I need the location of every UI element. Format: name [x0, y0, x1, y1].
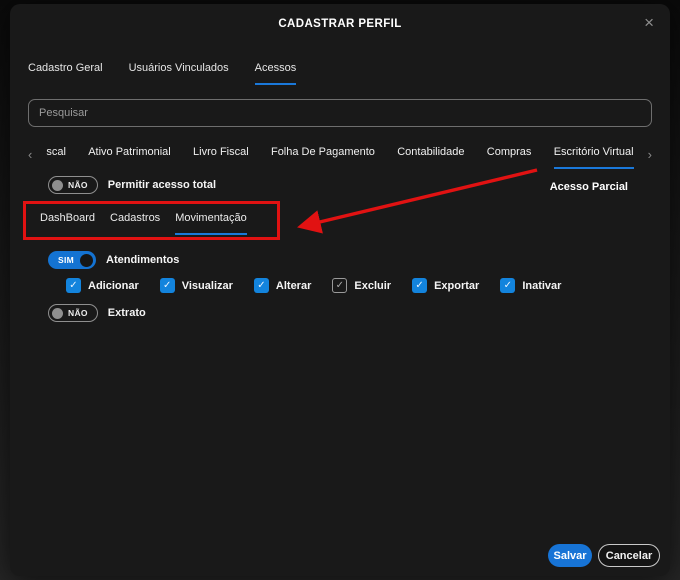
atendimentos-toggle[interactable]: SIM [48, 251, 96, 269]
module-tab-fiscal[interactable]: scal [46, 146, 66, 169]
sub-tab-bar: DashBoard Cadastros Movimentação [40, 212, 247, 235]
check-icon[interactable]: ✓ [500, 278, 515, 293]
check-icon[interactable]: ✓ [160, 278, 175, 293]
toggle-knob [80, 254, 93, 267]
atendimentos-row: SIM Atendimentos [48, 251, 179, 269]
permitir-acesso-total-toggle[interactable]: NÃO [48, 176, 98, 194]
checkbox-label: Visualizar [182, 280, 233, 292]
toggle-knob [52, 180, 63, 191]
checkbox-label: Excluir [354, 280, 391, 292]
save-button[interactable]: Salvar [548, 544, 592, 567]
acesso-parcial-label: Acesso Parcial [550, 181, 628, 193]
toggle-state-label: NÃO [68, 180, 88, 190]
tab-usuarios-vinculados[interactable]: Usuários Vinculados [129, 62, 229, 85]
permissions-checkbox-row: ✓ Adicionar ✓ Visualizar ✓ Alterar ✓ Exc… [66, 278, 561, 293]
checkbox-label: Exportar [434, 280, 479, 292]
toggle-knob [52, 308, 63, 319]
extrato-toggle[interactable]: NÃO [48, 304, 98, 322]
checkbox-inativar[interactable]: ✓ Inativar [500, 278, 561, 293]
permitir-acesso-total-row: NÃO Permitir acesso total [48, 176, 216, 194]
check-icon[interactable]: ✓ [66, 278, 81, 293]
module-tab-ativo-patrimonial[interactable]: Ativo Patrimonial [88, 146, 171, 169]
toggle-state-label: NÃO [68, 308, 88, 318]
chevron-right-icon[interactable]: › [648, 146, 652, 162]
module-tab-livro-fiscal[interactable]: Livro Fiscal [193, 146, 249, 169]
check-icon[interactable]: ✓ [332, 278, 347, 293]
subtab-cadastros[interactable]: Cadastros [110, 212, 160, 235]
checkbox-visualizar[interactable]: ✓ Visualizar [160, 278, 233, 293]
checkbox-excluir[interactable]: ✓ Excluir [332, 278, 391, 293]
module-tab-folha-de-pagamento[interactable]: Folha De Pagamento [271, 146, 375, 169]
search-input[interactable] [28, 99, 652, 127]
checkbox-label: Inativar [522, 280, 561, 292]
subtab-movimentacao[interactable]: Movimentação [175, 212, 247, 235]
checkbox-exportar[interactable]: ✓ Exportar [412, 278, 479, 293]
tab-acessos[interactable]: Acessos [255, 62, 297, 85]
module-tab-contabilidade[interactable]: Contabilidade [397, 146, 464, 169]
module-tab-escritorio-virtual[interactable]: Escritório Virtual [554, 146, 634, 169]
main-tab-bar: Cadastro Geral Usuários Vinculados Acess… [28, 62, 296, 85]
extrato-row: NÃO Extrato [48, 304, 146, 322]
extrato-label: Extrato [108, 307, 146, 319]
close-icon[interactable]: × [644, 14, 654, 31]
checkbox-alterar[interactable]: ✓ Alterar [254, 278, 311, 293]
cancel-button[interactable]: Cancelar [598, 544, 660, 567]
toggle-state-label: SIM [58, 255, 74, 265]
atendimentos-label: Atendimentos [106, 254, 179, 266]
tab-cadastro-geral[interactable]: Cadastro Geral [28, 62, 103, 85]
modal-title: CADASTRAR PERFIL [10, 18, 670, 30]
checkbox-adicionar[interactable]: ✓ Adicionar [66, 278, 139, 293]
check-icon[interactable]: ✓ [254, 278, 269, 293]
check-icon[interactable]: ✓ [412, 278, 427, 293]
chevron-left-icon[interactable]: ‹ [28, 146, 32, 162]
module-tab-strip: ‹ scal Ativo Patrimonial Livro Fiscal Fo… [28, 146, 652, 169]
cadastrar-perfil-modal: CADASTRAR PERFIL × Cadastro Geral Usuári… [10, 4, 670, 576]
checkbox-label: Adicionar [88, 280, 139, 292]
subtab-dashboard[interactable]: DashBoard [40, 212, 95, 235]
checkbox-label: Alterar [276, 280, 311, 292]
permitir-acesso-total-label: Permitir acesso total [108, 179, 216, 191]
module-tabs: scal Ativo Patrimonial Livro Fiscal Folh… [46, 146, 633, 169]
module-tab-compras[interactable]: Compras [487, 146, 532, 169]
